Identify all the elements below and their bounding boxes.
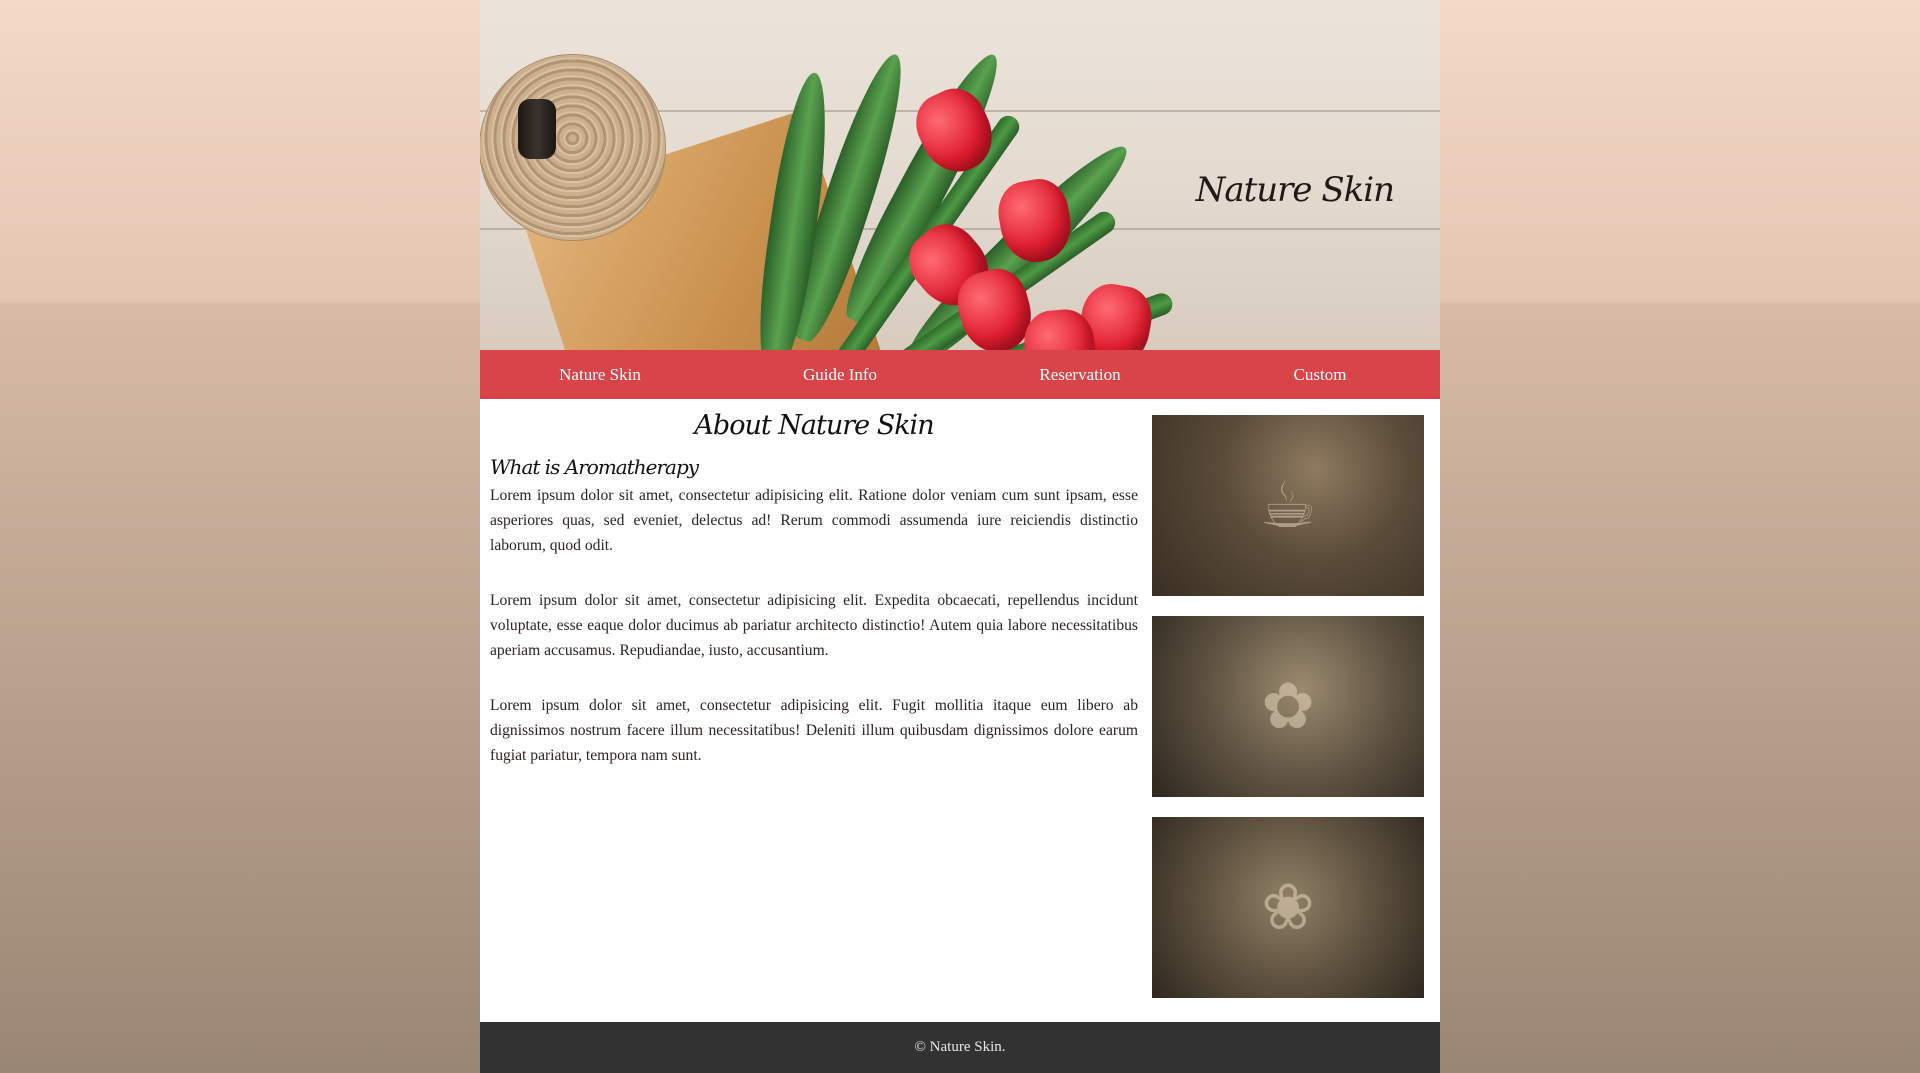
flower-jar-icon: ❀	[1261, 870, 1315, 945]
section-subtitle: What is Aromatherapy	[490, 455, 699, 479]
body-paragraph: Lorem ipsum dolor sit amet, consectetur …	[490, 487, 1138, 554]
sidebar-gallery: ☕ ✿ ❀	[1152, 415, 1424, 1018]
gallery-image-flowers: ✿	[1152, 616, 1424, 797]
site-title: Nature Skin	[1195, 170, 1395, 210]
aroma-bottle-icon: ☕	[1259, 468, 1317, 543]
nav-item-custom[interactable]: Custom	[1200, 350, 1440, 399]
main-navigation: Nature Skin Guide Info Reservation Custo…	[480, 350, 1440, 399]
nav-item-reservation[interactable]: Reservation	[960, 350, 1200, 399]
twine-spool-core	[518, 99, 556, 159]
body-paragraph: Lorem ipsum dolor sit amet, consectetur …	[490, 697, 1138, 764]
flower-bouquet-icon: ✿	[1261, 669, 1315, 744]
page-container: Nature Skin Nature Skin Guide Info Reser…	[480, 0, 1440, 1073]
footer-copyright: © Nature Skin.	[914, 1039, 1006, 1055]
twine-spool-image	[480, 55, 665, 240]
main-content: About Nature Skin What is Aromatherapy L…	[490, 400, 1138, 798]
nav-item-nature-skin[interactable]: Nature Skin	[480, 350, 720, 399]
gallery-image-flower-jar: ❀	[1152, 817, 1424, 998]
nav-item-guide-info[interactable]: Guide Info	[720, 350, 960, 399]
hero-banner: Nature Skin	[480, 0, 1440, 350]
footer: © Nature Skin.	[480, 1022, 1440, 1073]
body-paragraph: Lorem ipsum dolor sit amet, consectetur …	[490, 592, 1138, 659]
gallery-image-aroma: ☕	[1152, 415, 1424, 596]
page-title: About Nature Skin	[694, 410, 934, 441]
